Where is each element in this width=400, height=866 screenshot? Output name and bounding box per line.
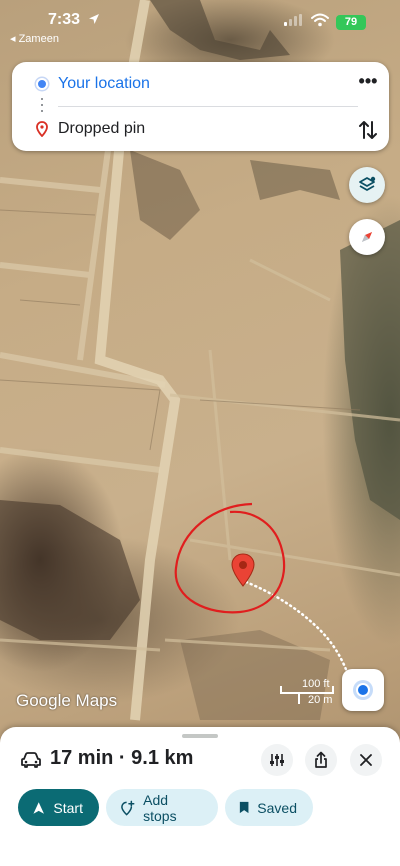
wifi-icon [311, 13, 329, 27]
tune-icon [270, 754, 284, 766]
car-icon [21, 752, 41, 768]
share-button[interactable] [305, 744, 337, 776]
compass-icon [362, 232, 372, 242]
eta-summary: 17 min · 9.1 km [50, 747, 194, 769]
route-connector [41, 98, 44, 114]
layers-icon [359, 176, 376, 191]
add-stop-icon [121, 800, 135, 816]
status-time: 7:33 [48, 11, 81, 28]
directions-sheet: 17 min · 9.1 km Start Add stops Saved [0, 727, 400, 866]
sheet-drag-handle[interactable] [182, 734, 218, 738]
back-to-app-link[interactable]: ◂ Zameen [10, 32, 59, 45]
more-options-button[interactable]: ••• [356, 72, 380, 94]
add-stops-label: Add stops [143, 791, 177, 824]
navigation-arrow-icon [33, 801, 44, 814]
destination-pin-small-icon [36, 121, 48, 137]
map-scale: 100 ft 20 m [280, 678, 336, 708]
battery-indicator: 79 [336, 15, 366, 30]
bookmark-icon [239, 801, 249, 814]
my-location-icon [356, 683, 370, 697]
start-button-label: Start [53, 799, 83, 816]
destination-field[interactable]: Dropped pin [58, 120, 145, 138]
origin-field[interactable]: Your location [58, 75, 150, 93]
origin-row[interactable]: Your location [12, 62, 342, 98]
saved-label: Saved [257, 799, 297, 816]
location-arrow-icon [89, 14, 99, 24]
layers-button[interactable] [349, 167, 385, 203]
destination-pin-icon[interactable] [231, 553, 255, 587]
google-maps-attribution: Google Maps [16, 691, 118, 710]
share-icon [315, 751, 327, 768]
scale-metric: 20 m [308, 694, 333, 706]
signal-icon [284, 14, 302, 26]
route-divider [58, 106, 358, 107]
saved-button[interactable]: Saved [225, 789, 313, 826]
start-button[interactable]: Start [18, 789, 99, 826]
my-location-button[interactable] [342, 669, 384, 711]
close-icon [360, 754, 372, 766]
route-options-button[interactable] [261, 744, 293, 776]
compass-button[interactable] [349, 219, 385, 255]
status-bar: 7:33 ◂ Zameen 79 [0, 0, 400, 48]
route-card: Your location Dropped pin ••• [12, 62, 389, 151]
scale-imperial: 100 ft [302, 678, 330, 690]
add-stops-button[interactable]: Add stops [106, 789, 218, 826]
swap-icon[interactable] [357, 118, 379, 142]
close-button[interactable] [350, 744, 382, 776]
origin-dot-icon [36, 78, 48, 90]
